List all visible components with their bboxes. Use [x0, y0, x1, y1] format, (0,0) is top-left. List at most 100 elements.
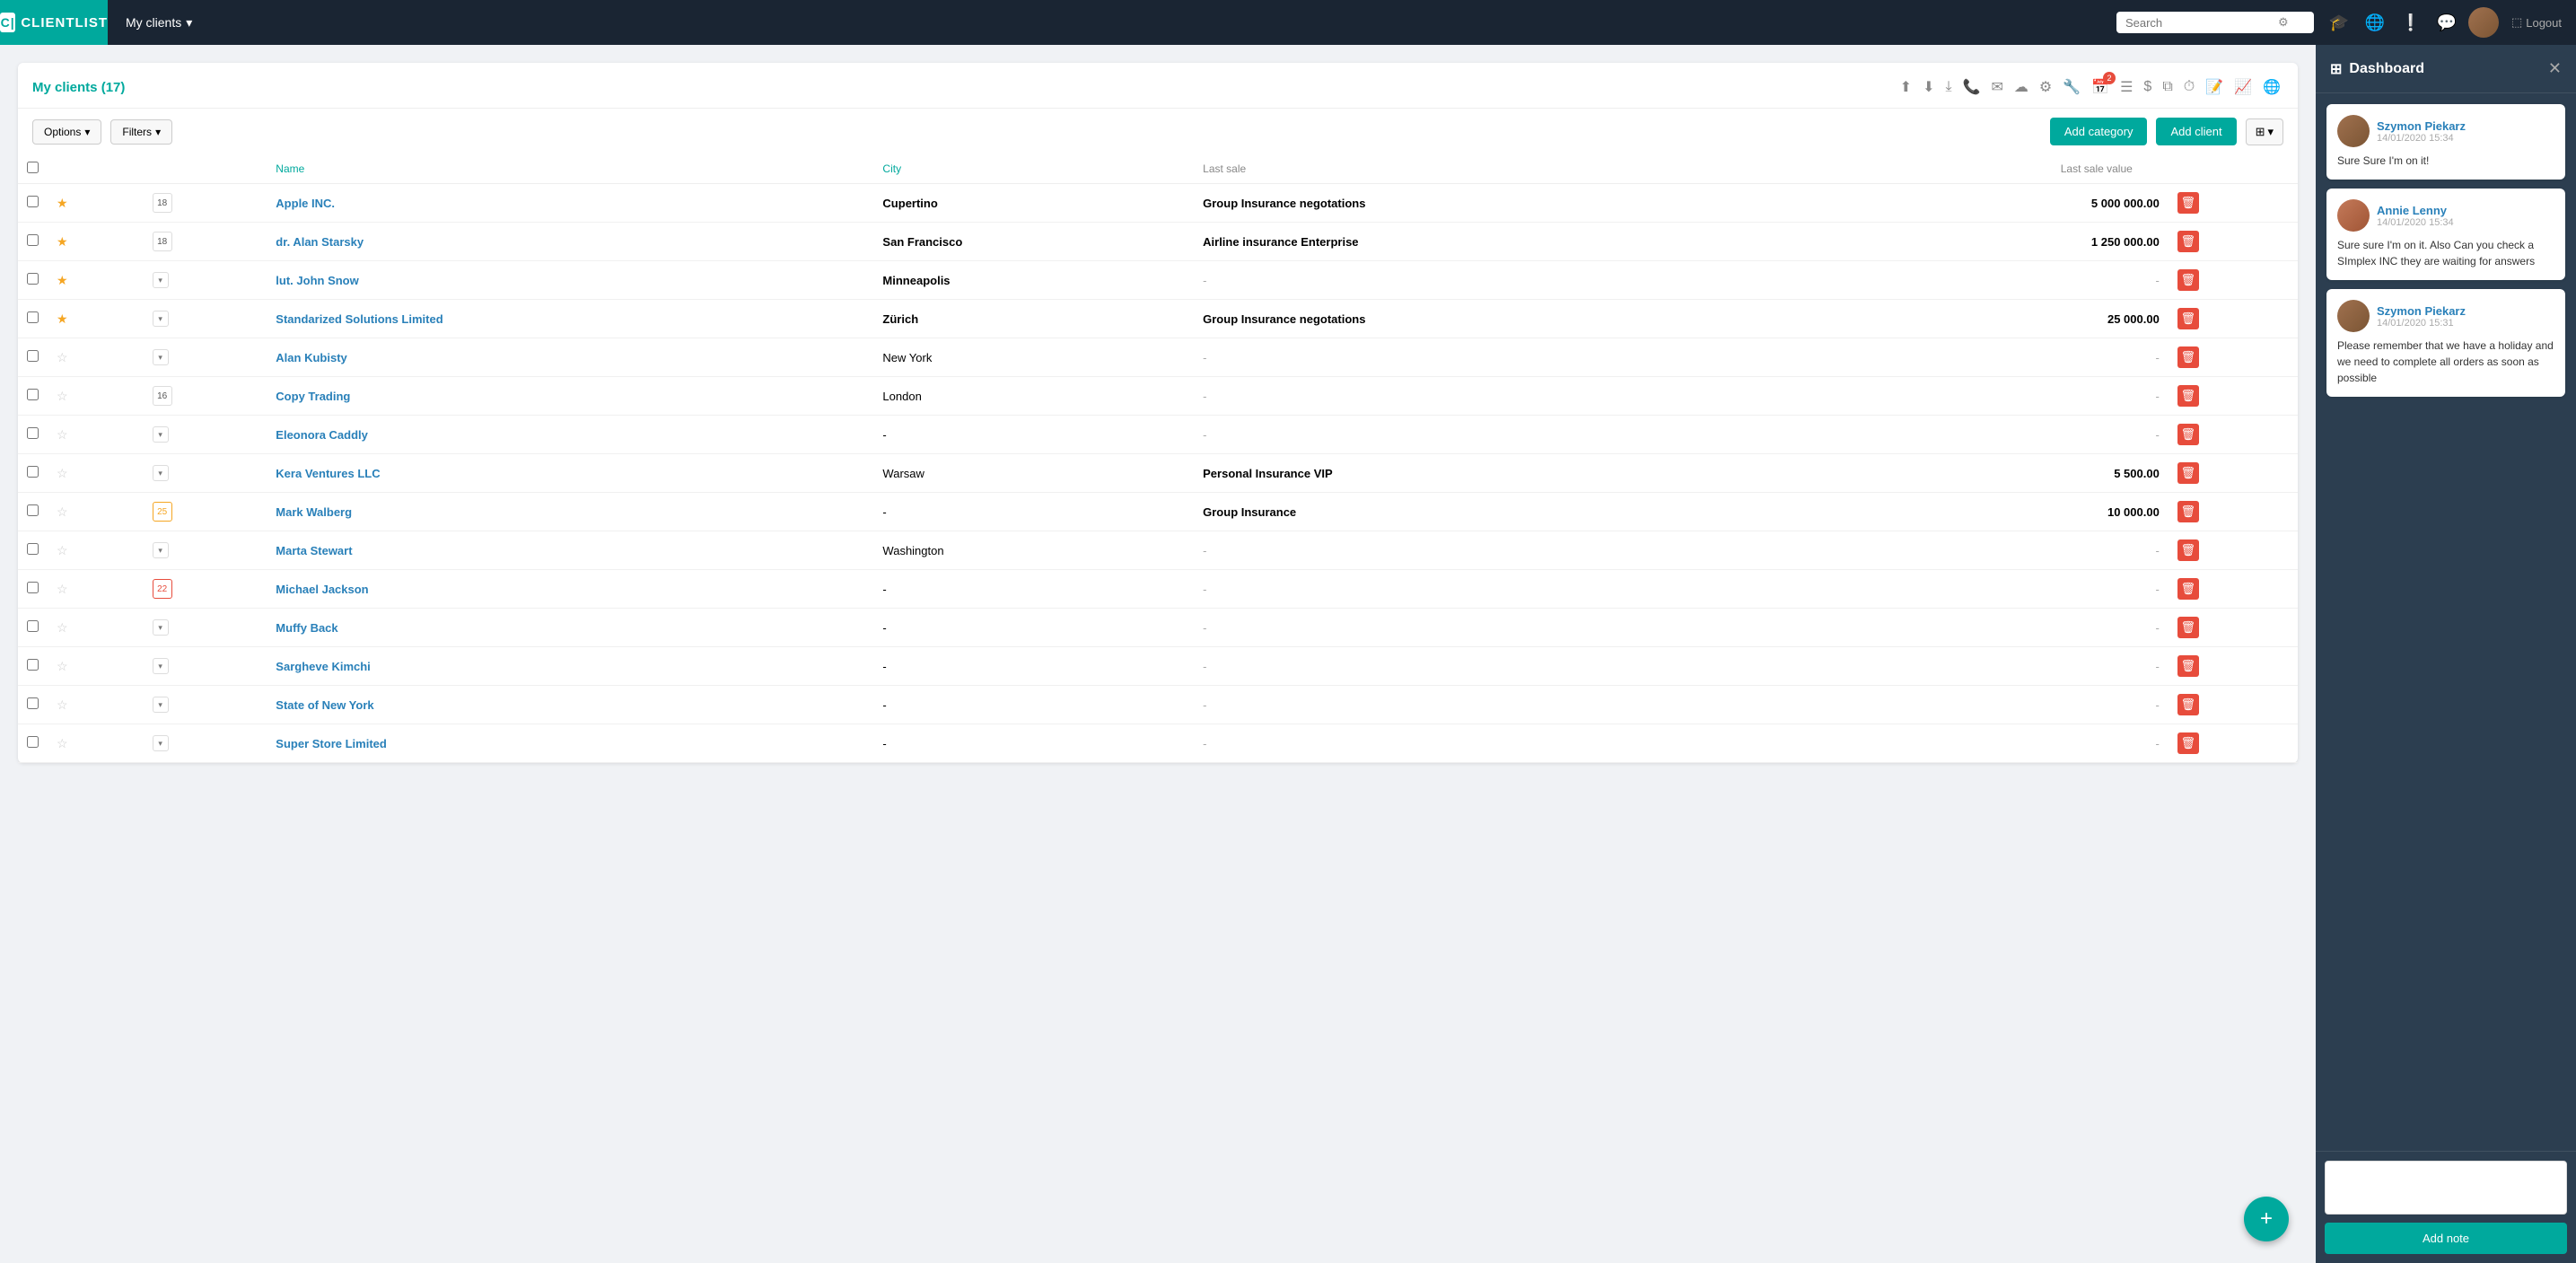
options-button[interactable]: Options ▾: [32, 119, 101, 145]
download-icon[interactable]: ⬇: [1920, 75, 1937, 99]
dashboard-close-button[interactable]: ✕: [2548, 59, 2562, 78]
row-dropdown[interactable]: ▾: [153, 349, 169, 365]
row-checkbox[interactable]: [27, 697, 39, 709]
filters-button[interactable]: Filters ▾: [110, 119, 172, 145]
chat-icon[interactable]: 💬: [2432, 8, 2461, 37]
tools-icon[interactable]: 🔧: [2060, 75, 2083, 99]
client-name[interactable]: Apple INC.: [276, 197, 335, 210]
row-checkbox[interactable]: [27, 427, 39, 439]
row-checkbox[interactable]: [27, 466, 39, 478]
th-name-sort[interactable]: Name: [267, 154, 873, 184]
delete-button[interactable]: 🗑: [2177, 192, 2199, 214]
download2-icon[interactable]: ⤓: [1942, 76, 1954, 98]
globe2-icon[interactable]: 🌐: [2260, 75, 2283, 99]
delete-button[interactable]: 🗑: [2177, 578, 2199, 600]
delete-button[interactable]: 🗑: [2177, 617, 2199, 638]
row-dropdown[interactable]: ▾: [153, 426, 169, 443]
row-checkbox[interactable]: [27, 273, 39, 285]
email-icon[interactable]: ✉: [1988, 75, 2005, 99]
search-bar[interactable]: ⚙: [2116, 12, 2314, 33]
delete-button[interactable]: 🗑: [2177, 308, 2199, 329]
graduation-icon[interactable]: 🎓: [2325, 8, 2353, 37]
star-filled[interactable]: ★: [57, 234, 68, 249]
row-checkbox[interactable]: [27, 311, 39, 323]
row-checkbox[interactable]: [27, 350, 39, 362]
row-dropdown[interactable]: ▾: [153, 619, 169, 636]
star-empty[interactable]: ☆: [57, 697, 68, 712]
star-empty[interactable]: ☆: [57, 543, 68, 557]
cal-badge-orange[interactable]: 25: [153, 502, 172, 522]
copy-icon[interactable]: ⧉: [2160, 76, 2175, 98]
star-filled[interactable]: ★: [57, 273, 68, 287]
calendar-badge-icon[interactable]: 📅 2: [2089, 75, 2112, 99]
star-empty[interactable]: ☆: [57, 427, 68, 442]
add-category-button[interactable]: Add category: [2050, 118, 2148, 145]
select-all-checkbox[interactable]: [27, 162, 39, 173]
chart-icon[interactable]: 📈: [2231, 75, 2255, 99]
star-empty[interactable]: ☆: [57, 504, 68, 519]
star-empty[interactable]: ☆: [57, 659, 68, 673]
dollar-icon[interactable]: $: [2141, 76, 2154, 98]
row-dropdown[interactable]: ▾: [153, 697, 169, 713]
star-empty[interactable]: ☆: [57, 350, 68, 364]
brand-logo[interactable]: C| CLIENTLIST: [0, 0, 108, 45]
client-name[interactable]: Mark Walberg: [276, 505, 352, 519]
row-checkbox[interactable]: [27, 543, 39, 555]
cal-badge-red[interactable]: 22: [153, 579, 172, 599]
search-icon[interactable]: ⚙: [2278, 15, 2289, 30]
row-dropdown[interactable]: ▾: [153, 272, 169, 288]
delete-button[interactable]: 🗑: [2177, 539, 2199, 561]
client-name[interactable]: Michael Jackson: [276, 583, 368, 596]
client-name[interactable]: Muffy Back: [276, 621, 337, 635]
client-name[interactable]: Sargheve Kimchi: [276, 660, 371, 673]
row-checkbox[interactable]: [27, 234, 39, 246]
row-dropdown[interactable]: ▾: [153, 542, 169, 558]
delete-button[interactable]: 🗑: [2177, 424, 2199, 445]
client-name[interactable]: Eleonora Caddly: [276, 428, 368, 442]
row-checkbox[interactable]: [27, 620, 39, 632]
list-icon[interactable]: ☰: [2117, 75, 2135, 99]
avatar[interactable]: [2468, 7, 2499, 38]
row-checkbox[interactable]: [27, 389, 39, 400]
my-clients-nav[interactable]: My clients ▾: [126, 15, 192, 31]
client-name[interactable]: lut. John Snow: [276, 274, 358, 287]
star-empty[interactable]: ☆: [57, 736, 68, 750]
alert-icon[interactable]: ❕: [2396, 8, 2425, 37]
row-checkbox[interactable]: [27, 196, 39, 207]
row-dropdown[interactable]: ▾: [153, 735, 169, 751]
client-name[interactable]: Kera Ventures LLC: [276, 467, 380, 480]
star-filled[interactable]: ★: [57, 311, 68, 326]
cal-badge[interactable]: 16: [153, 386, 172, 406]
row-checkbox[interactable]: [27, 659, 39, 671]
delete-button[interactable]: 🗑: [2177, 346, 2199, 368]
globe-icon[interactable]: 🌐: [2361, 8, 2389, 37]
client-name[interactable]: dr. Alan Starsky: [276, 235, 364, 249]
th-city[interactable]: City: [873, 154, 1194, 184]
notes-icon[interactable]: 📝: [2203, 75, 2226, 99]
logout-button[interactable]: ⬚ Logout: [2511, 15, 2562, 30]
row-checkbox[interactable]: [27, 504, 39, 516]
star-empty[interactable]: ☆: [57, 620, 68, 635]
delete-button[interactable]: 🗑: [2177, 385, 2199, 407]
note-input[interactable]: [2325, 1161, 2567, 1215]
phone-icon[interactable]: 📞: [1960, 75, 1984, 99]
client-name[interactable]: Standarized Solutions Limited: [276, 312, 442, 326]
client-name[interactable]: Marta Stewart: [276, 544, 352, 557]
cal-badge[interactable]: 18: [153, 193, 172, 213]
star-empty[interactable]: ☆: [57, 582, 68, 596]
cloud-icon[interactable]: ☁: [2011, 75, 2031, 99]
cal-badge[interactable]: 18: [153, 232, 172, 251]
add-note-button[interactable]: Add note: [2325, 1223, 2567, 1254]
star-filled[interactable]: ★: [57, 196, 68, 210]
delete-button[interactable]: 🗑: [2177, 732, 2199, 754]
delete-button[interactable]: 🗑: [2177, 501, 2199, 522]
client-name[interactable]: Super Store Limited: [276, 737, 387, 750]
delete-button[interactable]: 🗑: [2177, 462, 2199, 484]
search-input[interactable]: [2125, 16, 2278, 30]
client-name[interactable]: State of New York: [276, 698, 373, 712]
delete-button[interactable]: 🗑: [2177, 231, 2199, 252]
settings-icon[interactable]: ⚙: [2037, 75, 2055, 99]
star-empty[interactable]: ☆: [57, 389, 68, 403]
row-dropdown[interactable]: ▾: [153, 465, 169, 481]
upload-icon[interactable]: ⬆: [1897, 75, 1914, 99]
